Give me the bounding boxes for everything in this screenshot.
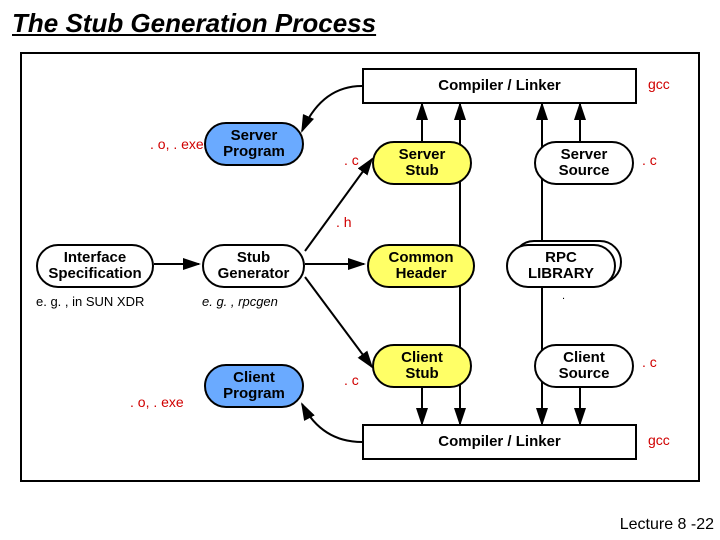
lecture-footer: Lecture 8 -22 — [620, 516, 714, 534]
xdr-note: e. g. , in SUN XDR — [36, 294, 144, 309]
compiler-linker-top: Compiler / Linker — [362, 68, 637, 104]
interface-specification: Interface Specification — [36, 244, 154, 288]
client-program: Client Program — [204, 364, 304, 408]
server-stub: Server Stub — [372, 141, 472, 185]
stub-generator: Stub Generator — [202, 244, 305, 288]
rpcgen-note: e. g. , rpcgen — [202, 294, 278, 309]
c-label-server-stub: . c — [344, 152, 359, 168]
gcc-label-top: gcc — [648, 76, 670, 92]
rpc-subnote: . — [562, 290, 565, 302]
page-title: The Stub Generation Process — [0, 0, 720, 47]
compiler-linker-bottom: Compiler / Linker — [362, 424, 637, 460]
rpc-library: RPC LIBRARY — [506, 244, 616, 288]
h-label: . h — [336, 214, 352, 230]
server-source: Server Source — [534, 141, 634, 185]
common-header: Common Header — [367, 244, 475, 288]
o-exe-label-bottom: . o, . exe — [130, 394, 184, 410]
diagram-frame: Compiler / Linker gcc Server Program . o… — [20, 52, 700, 482]
o-exe-label-top: . o, . exe — [150, 136, 204, 152]
c-label-server-source: . c — [642, 152, 657, 168]
client-source: Client Source — [534, 344, 634, 388]
server-program: Server Program — [204, 122, 304, 166]
c-label-client-source: . c — [642, 354, 657, 370]
client-stub: Client Stub — [372, 344, 472, 388]
gcc-label-bottom: gcc — [648, 432, 670, 448]
c-label-client-stub: . c — [344, 372, 359, 388]
